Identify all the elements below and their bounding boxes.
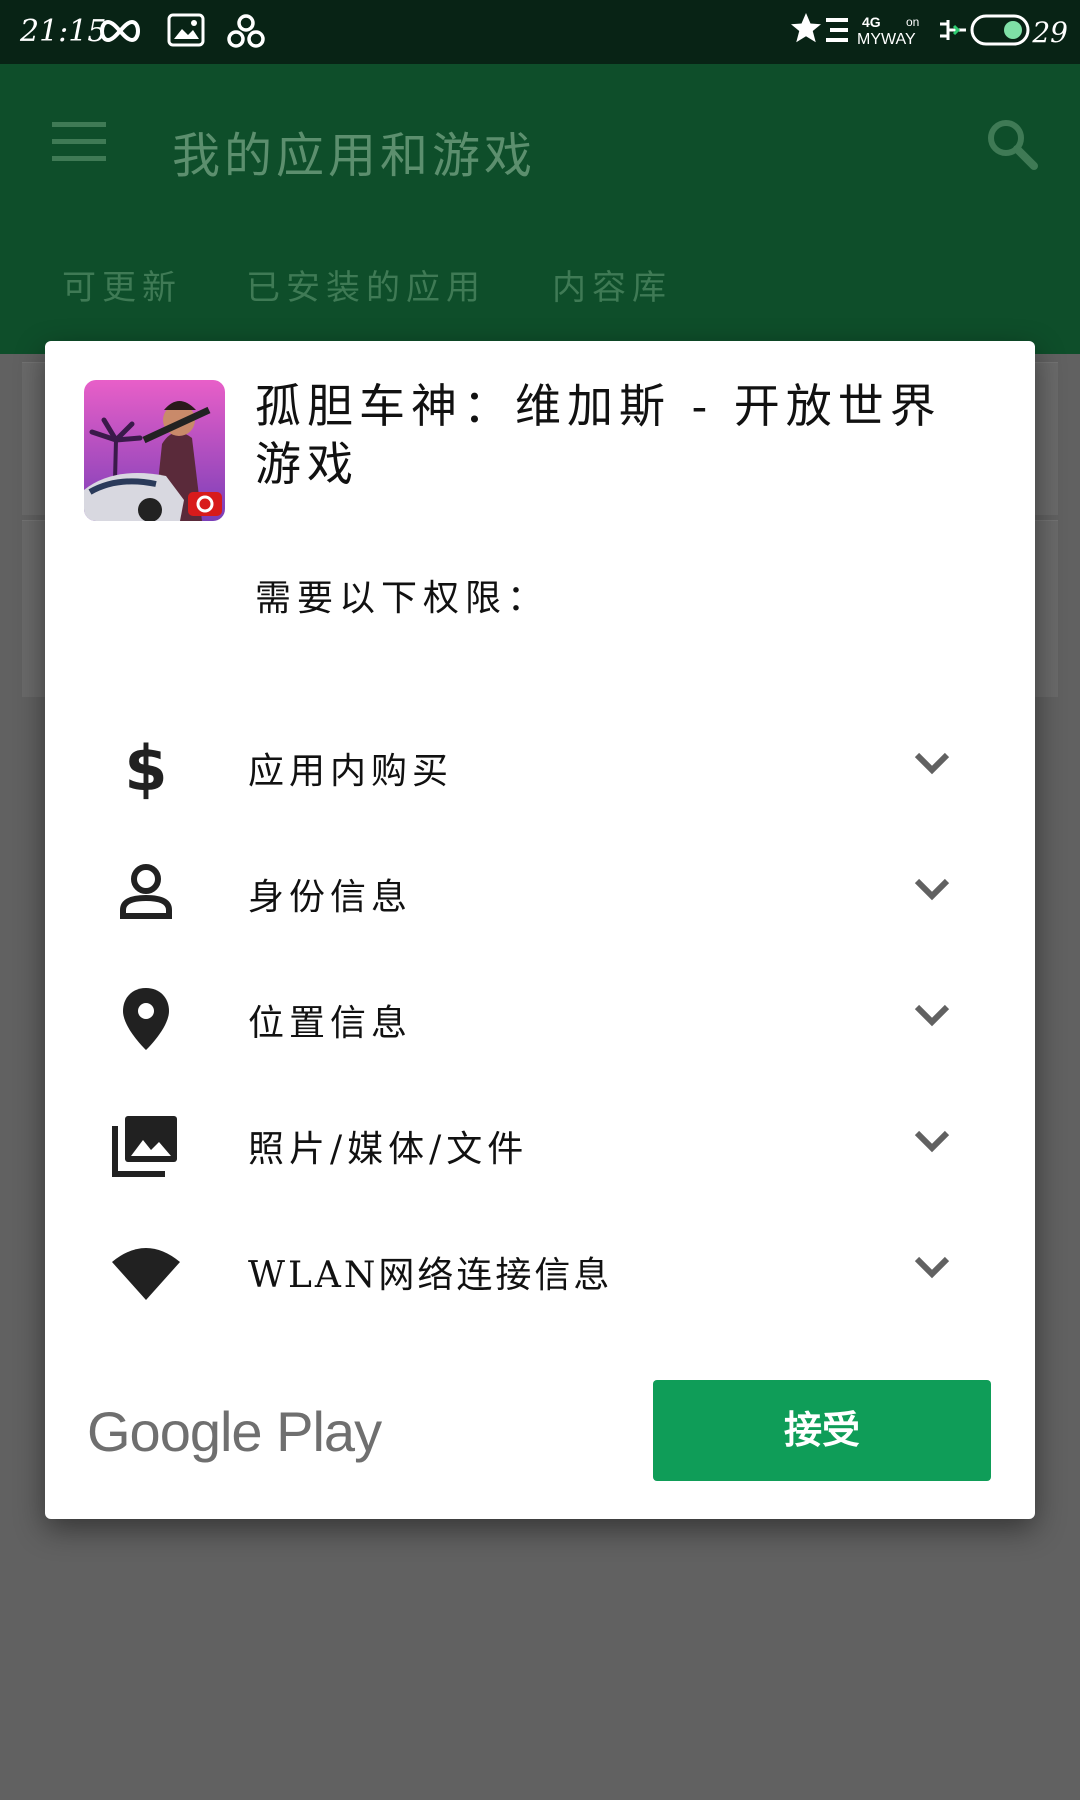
person-icon xyxy=(120,864,172,919)
gallery-icon xyxy=(167,13,205,47)
permission-dialog: 孤胆车神：维加斯 - 开放世界游戏 需要以下权限： $ 应用内购买 身份信息 位… xyxy=(45,341,1035,1519)
on-label: on xyxy=(906,15,920,29)
permission-row-photos-media-files[interactable]: 照片/媒体/文件 xyxy=(45,1090,1035,1200)
chevron-down-icon[interactable] xyxy=(913,750,951,776)
star-icon xyxy=(791,13,821,43)
permission-row-in-app-purchase[interactable]: $ 应用内购买 xyxy=(45,712,1035,822)
chevron-down-icon[interactable] xyxy=(913,1002,951,1028)
photo-library-icon xyxy=(112,1116,177,1177)
battery-level: 29 xyxy=(1032,16,1068,49)
toggle-icon xyxy=(970,14,1030,46)
status-bar: 21:15 4G MYWAY on 29 xyxy=(0,0,1080,64)
network-type: 4G xyxy=(862,14,881,30)
status-time: 21:15 xyxy=(20,14,107,49)
search-icon[interactable] xyxy=(984,116,1040,172)
chevron-down-icon[interactable] xyxy=(913,1128,951,1154)
charging-icon xyxy=(940,20,966,40)
permission-label: 身份信息 xyxy=(248,877,413,918)
permission-row-identity[interactable]: 身份信息 xyxy=(45,838,1035,948)
svg-text:$: $ xyxy=(124,732,167,802)
infinity-icon xyxy=(100,19,140,43)
permissions-heading: 需要以下权限： xyxy=(255,578,550,619)
page-title: 我的应用和游戏 xyxy=(172,128,537,184)
app-icon xyxy=(84,380,225,521)
location-pin-icon xyxy=(123,988,169,1050)
permission-label: 位置信息 xyxy=(248,1003,413,1044)
permission-row-location[interactable]: 位置信息 xyxy=(45,964,1035,1074)
carrier-label: MYWAY xyxy=(857,31,916,48)
app-bar: 我的应用和游戏 可更新 已安装的应用 内容库 xyxy=(0,64,1080,354)
signal-list-icon xyxy=(826,18,848,42)
permission-label: 照片/媒体/文件 xyxy=(248,1129,529,1170)
hamburger-menu-icon[interactable] xyxy=(52,120,106,164)
accept-button[interactable]: 接受 xyxy=(653,1380,991,1481)
chevron-down-icon[interactable] xyxy=(913,876,951,902)
app-name: 孤胆车神：维加斯 - 开放世界游戏 xyxy=(255,379,942,491)
wifi-icon xyxy=(112,1248,180,1300)
permission-label: 应用内购买 xyxy=(248,751,454,792)
tab-installed[interactable]: 已安装的应用 xyxy=(246,260,486,309)
permission-row-wlan[interactable]: WLAN网络连接信息 xyxy=(45,1216,1035,1326)
pinwheel-icon xyxy=(227,14,265,48)
chevron-down-icon[interactable] xyxy=(913,1254,951,1280)
tab-library[interactable]: 内容库 xyxy=(552,260,672,309)
dollar-icon: $ xyxy=(124,732,167,802)
tab-updates[interactable]: 可更新 xyxy=(62,260,182,309)
google-play-logo: Google Play xyxy=(87,1400,382,1463)
permission-label: WLAN网络连接信息 xyxy=(248,1255,613,1296)
